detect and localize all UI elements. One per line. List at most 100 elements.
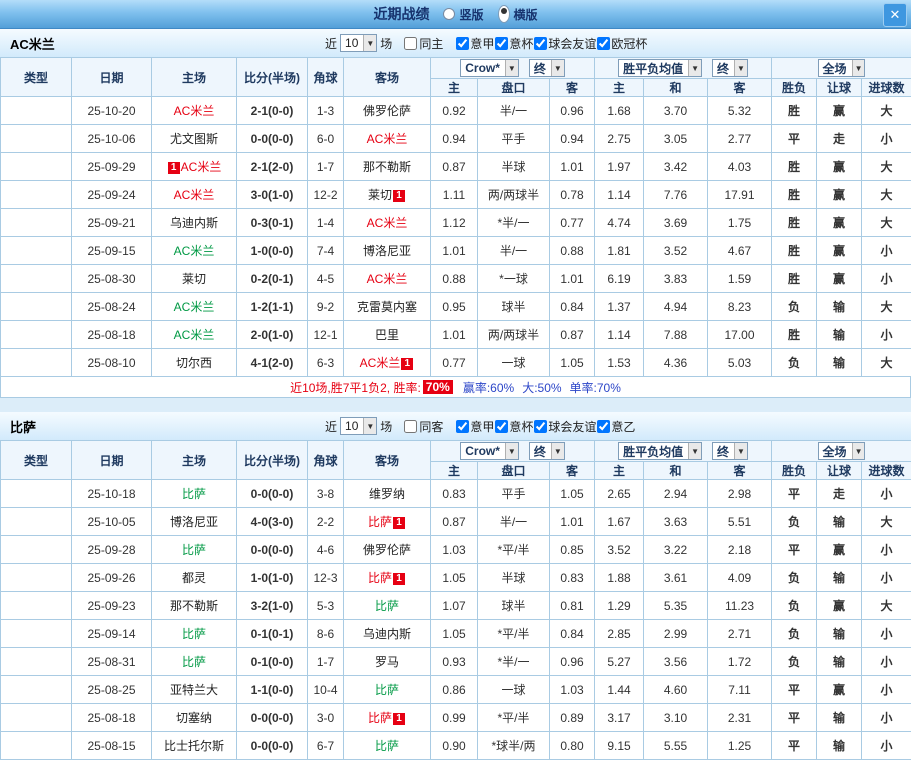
scope-select[interactable]: 全场 ▼ [818,59,866,77]
league-filter-checkbox[interactable] [597,420,610,433]
same-venue-filter[interactable]: 同主 [404,35,443,52]
league-filter[interactable]: 球会友谊 [534,35,596,52]
away-team-cell: AC米兰 [344,265,431,293]
league-filter-checkbox[interactable] [456,37,469,50]
corner-cell: 12-3 [308,564,344,592]
league-filter-checkbox[interactable] [534,420,547,433]
away-team-cell: 比萨 [344,732,431,760]
score-cell: 0-2(0-1) [237,265,308,293]
handicap-result-cell: 赢 [817,592,862,620]
away-team-cell: 博洛尼亚 [344,237,431,265]
euro-draw-odds: 3.83 [644,265,708,293]
matches-label: 场 [380,418,392,435]
league-filter[interactable]: 意杯 [495,418,533,435]
league-filter-checkbox[interactable] [495,420,508,433]
league-filter[interactable]: 意杯 [495,35,533,52]
layout-option-horizontal[interactable]: 横版 [498,5,538,23]
goals-result-cell: 大 [862,349,911,377]
result-cell: 胜 [772,153,817,181]
home-team-cell: 比萨 [152,480,237,508]
match-row: 意杯25-08-18切塞纳0-0(0-0)3-0比萨10.99*平/半0.893… [1,704,911,732]
recent-count-select[interactable]: 10 ▼ [340,34,377,52]
euro-away-odds: 8.23 [708,293,772,321]
filters-bar: 近 10 ▼ 场 同客 意甲意杯球会友谊意乙 [325,417,636,435]
section-divider [0,398,911,412]
table-header-row: 类型 日期 主场 比分(半场) 角球 客场 Crow* ▼ 终 ▼ [1,441,911,462]
team-name-text: AC米兰 [174,328,215,342]
col-euro-away: 客 [708,79,772,97]
euro-final-select[interactable]: 终 ▼ [712,59,748,77]
same-venue-filter[interactable]: 同客 [404,418,443,435]
team-name-text: 比萨 [368,571,392,585]
handicap-result-cell: 赢 [817,181,862,209]
asian-final-select[interactable]: 终 ▼ [529,59,565,77]
win-rate-badge: 70% [423,380,453,394]
league-filter[interactable]: 意甲 [456,418,494,435]
team-name-text: 佛罗伦萨 [363,543,411,557]
avg-odds-select[interactable]: 胜平负均值 ▼ [618,59,702,77]
score-cell: 0-0(0-0) [237,480,308,508]
euro-home-odds: 1.81 [595,237,644,265]
league-filter[interactable]: 意乙 [597,418,635,435]
asian-home-odds: 0.95 [431,293,478,321]
handicap-cell: *半/一 [478,209,550,237]
close-icon: ✕ [890,7,901,23]
team-name-text: 巴里 [375,328,399,342]
euro-draw-odds: 3.63 [644,508,708,536]
corner-cell: 8-6 [308,620,344,648]
euro-home-odds: 2.85 [595,620,644,648]
handicap-result-cell: 输 [817,508,862,536]
away-team-cell: 克雷莫内塞 [344,293,431,321]
scope-select[interactable]: 全场 ▼ [818,442,866,460]
col-corner: 角球 [308,58,344,97]
home-team-cell: 比萨 [152,648,237,676]
avg-odds-select[interactable]: 胜平负均值 ▼ [618,442,702,460]
corner-cell: 1-3 [308,97,344,125]
score-cell: 3-2(1-0) [237,592,308,620]
league-filter-checkbox[interactable] [456,420,469,433]
league-filter-checkbox[interactable] [597,37,610,50]
euro-away-odds: 4.67 [708,237,772,265]
euro-home-odds: 2.75 [595,125,644,153]
asian-away-odds: 0.80 [550,732,595,760]
chevron-down-icon: ▼ [505,60,518,76]
recent-count-select[interactable]: 10 ▼ [340,417,377,435]
asian-away-odds: 0.85 [550,536,595,564]
league-filter-checkbox[interactable] [495,37,508,50]
date-cell: 25-09-29 [72,153,152,181]
asian-away-odds: 0.81 [550,592,595,620]
date-cell: 25-09-15 [72,237,152,265]
home-team-cell: 乌迪内斯 [152,209,237,237]
score-cell: 0-0(0-0) [237,732,308,760]
same-venue-checkbox[interactable] [404,37,417,50]
league-filter-label: 意甲 [470,35,494,52]
asian-final-select[interactable]: 终 ▼ [529,442,565,460]
same-venue-checkbox[interactable] [404,420,417,433]
league-filter[interactable]: 球会友谊 [534,418,596,435]
odds-source-select[interactable]: Crow* ▼ [460,59,519,77]
match-row: 意甲25-09-15AC米兰1-0(0-0)7-4博洛尼亚1.01半/一0.88… [1,237,911,265]
result-group: 全场 ▼ [772,58,911,79]
col-euro-draw: 和 [644,462,708,480]
euro-odds-group: 胜平负均值 ▼ 终 ▼ [595,58,772,79]
euro-away-odds: 5.51 [708,508,772,536]
table-header-row: 类型 日期 主场 比分(半场) 角球 客场 Crow* ▼ 终 ▼ [1,58,911,79]
team-name-text: 那不勒斯 [363,160,411,174]
euro-home-odds: 3.52 [595,536,644,564]
league-filter[interactable]: 欧冠杯 [597,35,647,52]
match-row: 意甲25-09-28比萨0-0(0-0)4-6佛罗伦萨1.03*平/半0.853… [1,536,911,564]
goals-result-cell: 小 [862,480,911,508]
close-button[interactable]: ✕ [883,3,907,27]
euro-final-select[interactable]: 终 ▼ [712,442,748,460]
league-filter-checkbox[interactable] [534,37,547,50]
team-name-text: AC米兰 [367,272,408,286]
away-team-cell: 那不勒斯 [344,153,431,181]
away-team-cell: 比萨 [344,676,431,704]
asian-home-odds: 1.05 [431,564,478,592]
odds-source-select[interactable]: Crow* ▼ [460,442,519,460]
layout-option-vertical[interactable]: 竖版 [443,6,483,23]
match-row: 球会友谊25-08-15比士托尔斯0-0(0-0)6-7比萨0.90*球半/两0… [1,732,911,760]
asian-home-odds: 0.77 [431,349,478,377]
league-filter[interactable]: 意甲 [456,35,494,52]
result-cell: 平 [772,536,817,564]
